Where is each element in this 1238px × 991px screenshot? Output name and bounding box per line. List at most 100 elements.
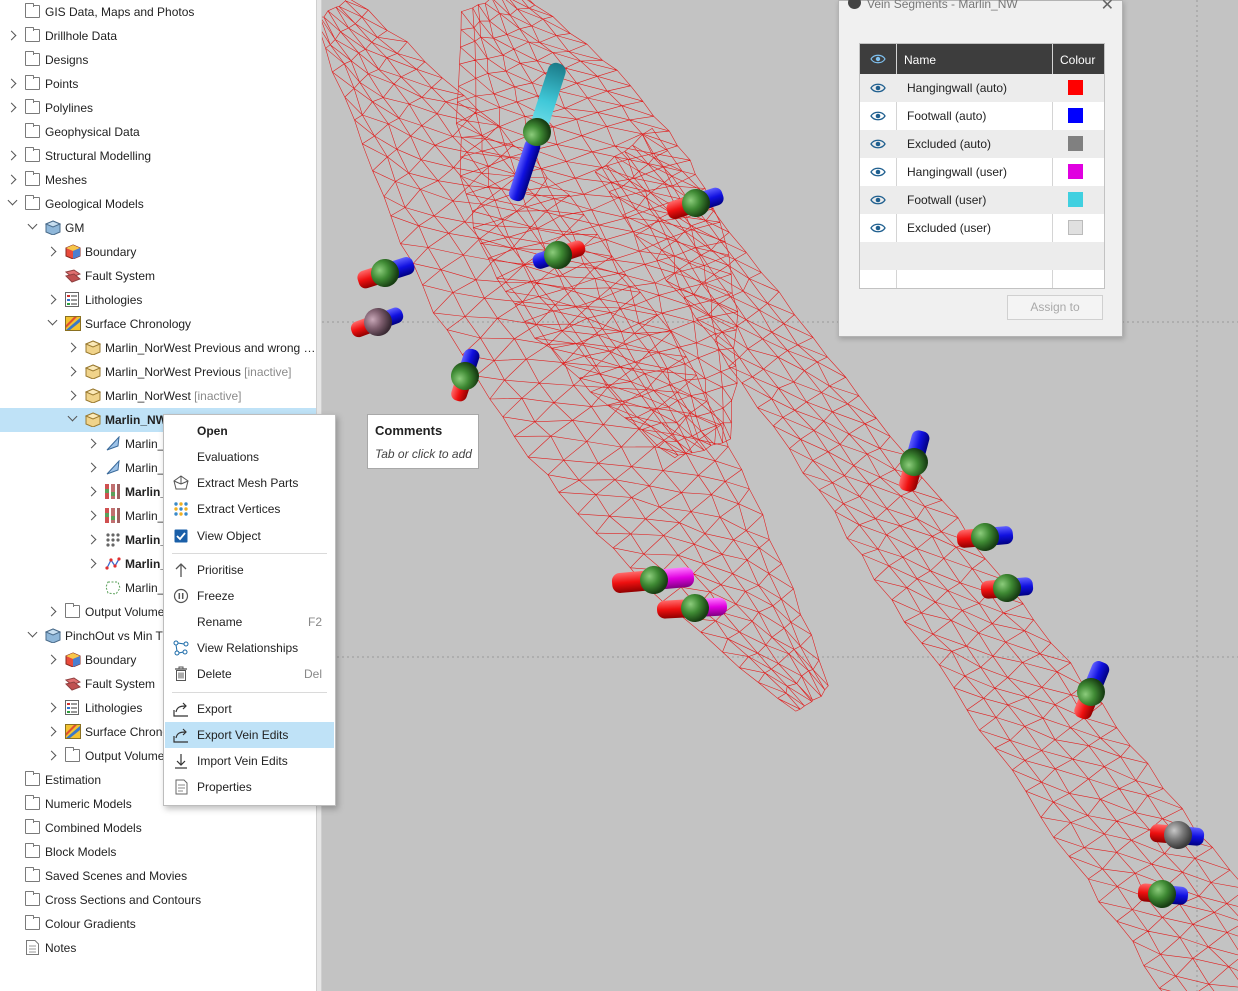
- menu-item-prioritise[interactable]: Prioritise: [165, 557, 334, 583]
- visibility-header-icon[interactable]: [870, 53, 886, 65]
- chevron-right-icon[interactable]: [6, 102, 17, 113]
- eye-icon[interactable]: [870, 111, 886, 121]
- folder-icon: [25, 3, 40, 18]
- chevron-down-icon[interactable]: [67, 411, 78, 422]
- menu-item-export-vein-edits[interactable]: Export Vein Edits: [165, 722, 334, 748]
- menu-item-extract-mesh-parts[interactable]: Extract Mesh Parts: [165, 470, 334, 496]
- chevron-right-icon[interactable]: [66, 366, 77, 377]
- menu-item-freeze[interactable]: Freeze: [165, 583, 334, 609]
- chevron-right-icon[interactable]: [86, 534, 97, 545]
- chevron-right-icon[interactable]: [86, 558, 97, 569]
- menu-item-label: Freeze: [197, 589, 235, 603]
- chevron-down-icon[interactable]: [27, 219, 38, 230]
- chevron-right-icon[interactable]: [46, 606, 57, 617]
- table-row[interactable]: Footwall (auto): [860, 102, 1104, 130]
- tree-item-notes[interactable]: Notes: [0, 936, 316, 960]
- chevron-down-icon[interactable]: [47, 315, 58, 326]
- tree-item-cross-sections[interactable]: Cross Sections and Contours: [0, 888, 316, 912]
- relationships-icon: [173, 640, 189, 656]
- comments-panel[interactable]: Comments Tab or click to add: [367, 414, 479, 469]
- tree-item-gm-fault-system[interactable]: Fault System: [0, 264, 316, 288]
- menu-item-open[interactable]: Open: [165, 418, 334, 444]
- menu-item-rename[interactable]: Rename F2: [165, 609, 334, 635]
- close-icon[interactable]: ✕: [1101, 0, 1114, 15]
- boundary-icon: [65, 652, 81, 667]
- chevron-down-icon[interactable]: [27, 627, 38, 638]
- column-header-name[interactable]: Name: [904, 53, 936, 67]
- tree-item-geological-models[interactable]: Geological Models: [0, 192, 316, 216]
- tree-item-gm-surface-chronology[interactable]: Surface Chronology: [0, 312, 316, 336]
- tree-item-combined-models[interactable]: Combined Models: [0, 816, 316, 840]
- eye-icon[interactable]: [870, 167, 886, 177]
- chevron-right-icon[interactable]: [66, 390, 77, 401]
- tree-item-drillhole-data[interactable]: Drillhole Data: [0, 24, 316, 48]
- tree-item-label: Marlin_NorWest [inactive]: [105, 384, 242, 408]
- tree-item-polylines[interactable]: Polylines: [0, 96, 316, 120]
- chevron-right-icon[interactable]: [6, 30, 17, 41]
- chevron-right-icon[interactable]: [86, 510, 97, 521]
- table-row[interactable]: Hangingwall (user): [860, 158, 1104, 186]
- menu-item-export[interactable]: Export: [165, 696, 334, 722]
- tree-item-geophysical-data[interactable]: Geophysical Data: [0, 120, 316, 144]
- tree-item-gis-data[interactable]: GIS Data, Maps and Photos: [0, 0, 316, 24]
- colour-swatch[interactable]: [1068, 108, 1083, 123]
- chevron-right-icon[interactable]: [46, 654, 57, 665]
- menu-item-extract-vertices[interactable]: Extract Vertices: [165, 496, 334, 522]
- tree-item-marlin-norwest-previous[interactable]: Marlin_NorWest Previous [inactive]: [0, 360, 316, 384]
- chevron-right-icon[interactable]: [86, 438, 97, 449]
- tree-item-points[interactable]: Points: [0, 72, 316, 96]
- tree-item-colour-gradients[interactable]: Colour Gradients: [0, 912, 316, 936]
- note-icon: [26, 940, 39, 955]
- chevron-down-icon[interactable]: [7, 195, 18, 206]
- eye-icon[interactable]: [870, 83, 886, 93]
- column-header-colour[interactable]: Colour: [1060, 53, 1095, 67]
- menu-item-properties[interactable]: Properties: [165, 774, 334, 800]
- colour-swatch[interactable]: [1068, 220, 1083, 235]
- menu-item-evaluations[interactable]: Evaluations: [165, 444, 334, 470]
- eye-icon[interactable]: [870, 195, 886, 205]
- chevron-right-icon[interactable]: [6, 174, 17, 185]
- menu-item-view-object[interactable]: View Object: [165, 523, 334, 549]
- tree-item-gm-boundary[interactable]: Boundary: [0, 240, 316, 264]
- chevron-right-icon[interactable]: [86, 486, 97, 497]
- tree-item-block-models[interactable]: Block Models: [0, 840, 316, 864]
- table-row[interactable]: Excluded (auto): [860, 130, 1104, 158]
- chevron-right-icon[interactable]: [46, 726, 57, 737]
- tree-item-meshes[interactable]: Meshes: [0, 168, 316, 192]
- tree-item-gm[interactable]: GM: [0, 216, 316, 240]
- tree-item-designs[interactable]: Designs: [0, 48, 316, 72]
- colour-swatch[interactable]: [1068, 192, 1083, 207]
- chevron-right-icon[interactable]: [46, 750, 57, 761]
- table-row[interactable]: Footwall (user): [860, 186, 1104, 214]
- table-row[interactable]: Excluded (user): [860, 214, 1104, 242]
- tree-item-marlin-norwest-previous-wrong[interactable]: Marlin_NorWest Previous and wrong …: [0, 336, 316, 360]
- eye-icon[interactable]: [870, 223, 886, 233]
- colour-swatch[interactable]: [1068, 80, 1083, 95]
- tree-item-label: Fault System: [85, 677, 156, 691]
- eye-icon[interactable]: [870, 139, 886, 149]
- colour-swatch[interactable]: [1068, 136, 1083, 151]
- chevron-right-icon[interactable]: [46, 294, 57, 305]
- assign-to-button[interactable]: Assign to: [1007, 295, 1103, 320]
- checkbox-checked-icon[interactable]: [173, 528, 189, 544]
- menu-item-view-relationships[interactable]: View Relationships: [165, 635, 334, 661]
- chevron-right-icon[interactable]: [6, 150, 17, 161]
- tree-item-label: Marlin_NorWest Previous and wrong …: [105, 341, 316, 355]
- menu-item-delete[interactable]: Delete Del: [165, 661, 334, 687]
- chevron-right-icon[interactable]: [46, 702, 57, 713]
- tree-item-saved-scenes[interactable]: Saved Scenes and Movies: [0, 864, 316, 888]
- tree-item-structural-modelling[interactable]: Structural Modelling: [0, 144, 316, 168]
- comments-hint[interactable]: Tab or click to add: [375, 447, 472, 461]
- chevron-right-icon[interactable]: [6, 78, 17, 89]
- menu-item-import-vein-edits[interactable]: Import Vein Edits: [165, 748, 334, 774]
- table-row-empty: [860, 242, 1104, 270]
- tree-item-marlin-norwest[interactable]: Marlin_NorWest [inactive]: [0, 384, 316, 408]
- chevron-right-icon[interactable]: [86, 462, 97, 473]
- table-row[interactable]: Hangingwall (auto): [860, 74, 1104, 102]
- tree-item-label: Saved Scenes and Movies: [45, 869, 188, 883]
- chevron-right-icon[interactable]: [66, 342, 77, 353]
- chevron-right-icon[interactable]: [46, 246, 57, 257]
- tree-item-label: Structural Modelling: [45, 149, 152, 163]
- tree-item-gm-lithologies[interactable]: Lithologies: [0, 288, 316, 312]
- colour-swatch[interactable]: [1068, 164, 1083, 179]
